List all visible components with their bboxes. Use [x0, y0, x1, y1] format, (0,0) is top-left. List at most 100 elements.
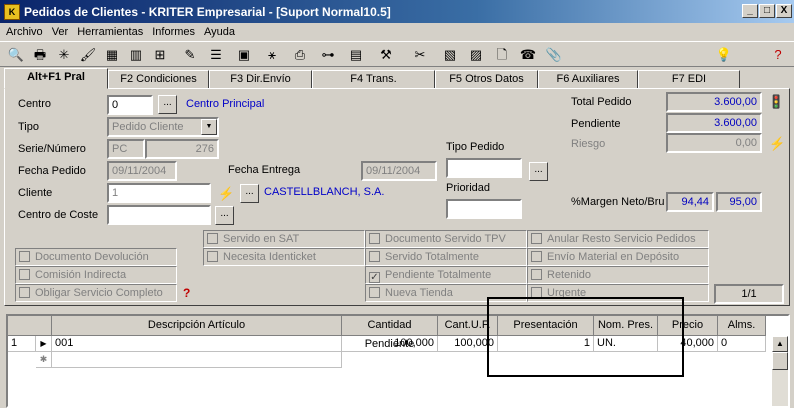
minimize-button[interactable]: _: [742, 4, 758, 18]
centro-lookup-button[interactable]: ...: [158, 95, 177, 114]
chart-icon[interactable]: ▧: [440, 45, 460, 65]
print-icon[interactable]: 🖶: [30, 45, 50, 65]
centro-name: Centro Principal: [186, 98, 265, 110]
printer-alt-icon[interactable]: ⎙: [290, 45, 310, 65]
tab-principal[interactable]: Alt+F1 Pral: [4, 68, 108, 89]
hierarchy-icon[interactable]: ⊶: [318, 45, 338, 65]
grid-header-descripcion[interactable]: Descripción Artículo: [52, 316, 342, 336]
cliente-field[interactable]: 1: [107, 183, 211, 203]
tab-condiciones[interactable]: F2 Condiciones: [108, 70, 209, 89]
document-grid-icon[interactable]: ▦: [102, 45, 122, 65]
help-marker-icon[interactable]: ?: [183, 286, 190, 300]
scissors-icon[interactable]: ✂: [410, 45, 430, 65]
lightning-icon[interactable]: ⚡: [218, 186, 234, 202]
grid-scrollbar[interactable]: ▲: [772, 336, 788, 406]
menu-archivo[interactable]: Archivo: [6, 26, 43, 38]
centro-coste-lookup-button[interactable]: ...: [215, 206, 234, 225]
chk-anular-resto[interactable]: Anular Resto Servicio Pedidos: [527, 230, 709, 248]
new-row-cell[interactable]: [52, 352, 342, 368]
cell-descripcion[interactable]: 001: [52, 336, 342, 352]
tipo-pedido-field[interactable]: [446, 158, 522, 178]
cell-cantidad-pendiente[interactable]: 100,000: [342, 336, 438, 352]
centro-field[interactable]: 0: [107, 95, 153, 115]
title-bar: K Pedidos de Clientes - KRITER Empresari…: [0, 0, 794, 23]
chk-urgente[interactable]: Urgente: [527, 284, 709, 302]
help-icon[interactable]: ?: [768, 45, 788, 65]
tipo-pedido-lookup-button[interactable]: ...: [529, 162, 548, 181]
chk-obligar-servicio[interactable]: Obligar Servicio Completo: [15, 284, 177, 302]
cell-alms[interactable]: 0: [718, 336, 766, 352]
riesgo-lightning-icon[interactable]: ⚡: [769, 136, 785, 152]
chk-documento-devolucion[interactable]: Documento Devolución: [15, 248, 177, 266]
cell-precio[interactable]: 40,000: [658, 336, 718, 352]
chk-comision-indirecta[interactable]: Comisión Indirecta: [15, 266, 177, 284]
paperclip-icon[interactable]: 📎: [544, 45, 564, 65]
preview-icon[interactable]: 🔍: [6, 45, 26, 65]
prioridad-field[interactable]: [446, 199, 522, 219]
chk-nueva-tienda[interactable]: Nueva Tienda: [365, 284, 527, 302]
tab-dir-envio[interactable]: F3 Dir.Envío: [209, 70, 312, 89]
chk-servido-sat[interactable]: Servido en SAT: [203, 230, 365, 248]
maximize-button[interactable]: □: [759, 4, 775, 18]
list-icon[interactable]: ☰: [206, 45, 226, 65]
menu-ayuda[interactable]: Ayuda: [204, 26, 235, 38]
lightbulb-icon[interactable]: 💡: [714, 45, 734, 65]
row-number: 1: [8, 336, 36, 352]
tab-auxiliares[interactable]: F6 Auxiliares: [538, 70, 638, 89]
phone-icon[interactable]: ☎: [518, 45, 538, 65]
cell-nom-pres[interactable]: UN.: [594, 336, 658, 352]
calculator-icon[interactable]: ▣: [234, 45, 254, 65]
grid-header-nom-pres[interactable]: Nom. Pres.: [594, 316, 658, 336]
margen-label: %Margen Neto/Bru: [571, 196, 665, 208]
page-indicator: 1/1: [714, 284, 784, 304]
menu-ver[interactable]: Ver: [52, 26, 69, 38]
tree-icon[interactable]: ⚹: [262, 45, 282, 65]
edit-icon[interactable]: ✎: [180, 45, 200, 65]
traffic-light-icon[interactable]: 🚦: [768, 94, 784, 110]
margen-neto-value: 94,44: [666, 192, 714, 212]
form-icon[interactable]: ▨: [466, 45, 486, 65]
numero-field[interactable]: 276: [145, 139, 219, 159]
app-icon: K: [4, 3, 20, 20]
chk-servido-totalmente[interactable]: Servido Totalmente: [365, 248, 527, 266]
tab-edi[interactable]: F7 EDI: [638, 70, 740, 89]
fecha-pedido-field[interactable]: 09/11/2004: [107, 161, 177, 181]
grid-header-cantidad-pendiente[interactable]: Cantidad Pendiente: [342, 316, 438, 350]
cliente-lookup-button[interactable]: ...: [240, 184, 259, 203]
chk-documento-servido-tpv[interactable]: Documento Servido TPV: [365, 230, 527, 248]
fecha-pedido-label: Fecha Pedido: [18, 165, 86, 177]
tab-otros-datos[interactable]: F5 Otros Datos: [435, 70, 538, 89]
grid-header-cant-uf[interactable]: Cant.U.F.: [438, 316, 498, 336]
grid-header-presentacion[interactable]: Presentación: [498, 316, 594, 336]
chk-envio-deposito[interactable]: Envío Material en Depósito: [527, 248, 709, 266]
menu-informes[interactable]: Informes: [152, 26, 195, 38]
cliente-label: Cliente: [18, 187, 53, 199]
new-row-icon: ✱: [36, 352, 52, 368]
report-icon[interactable]: ▤: [346, 45, 366, 65]
columns-icon[interactable]: ▥: [126, 45, 146, 65]
chk-pendiente-totalmente[interactable]: ✓ Pendiente Totalmente: [365, 266, 527, 284]
grid-header-alms[interactable]: Alms.: [718, 316, 766, 336]
chk-necesita-identicket[interactable]: Necesita Identicket: [203, 248, 365, 266]
serie-field[interactable]: PC: [107, 139, 145, 159]
tab-bar: Alt+F1 Pral F2 Condiciones F3 Dir.Envío …: [0, 68, 794, 89]
tools-icon[interactable]: ⚒: [376, 45, 396, 65]
table-icon[interactable]: ⊞: [150, 45, 170, 65]
scroll-up-icon[interactable]: ▲: [772, 336, 788, 352]
window-title: Pedidos de Clientes - KRITER Empresarial…: [24, 4, 391, 19]
asterisk-icon[interactable]: ✳: [54, 45, 74, 65]
tipo-dropdown-icon[interactable]: ▼: [201, 119, 217, 135]
centro-coste-field[interactable]: [107, 205, 211, 225]
fecha-entrega-field[interactable]: 09/11/2004: [361, 161, 437, 181]
page-icon[interactable]: 🗋: [492, 45, 512, 65]
cell-presentacion[interactable]: 1: [498, 336, 594, 352]
close-button[interactable]: X: [776, 4, 792, 18]
riesgo-value: 0,00: [666, 133, 762, 153]
scroll-thumb[interactable]: [772, 352, 788, 370]
grid-header-precio[interactable]: Precio: [658, 316, 718, 336]
chk-retenido[interactable]: Retenido: [527, 266, 709, 284]
menu-herramientas[interactable]: Herramientas: [77, 26, 143, 38]
tab-trans[interactable]: F4 Trans.: [312, 70, 435, 89]
brush-icon[interactable]: 🖌: [78, 45, 98, 65]
cell-cant-uf[interactable]: 100,000: [438, 336, 498, 352]
